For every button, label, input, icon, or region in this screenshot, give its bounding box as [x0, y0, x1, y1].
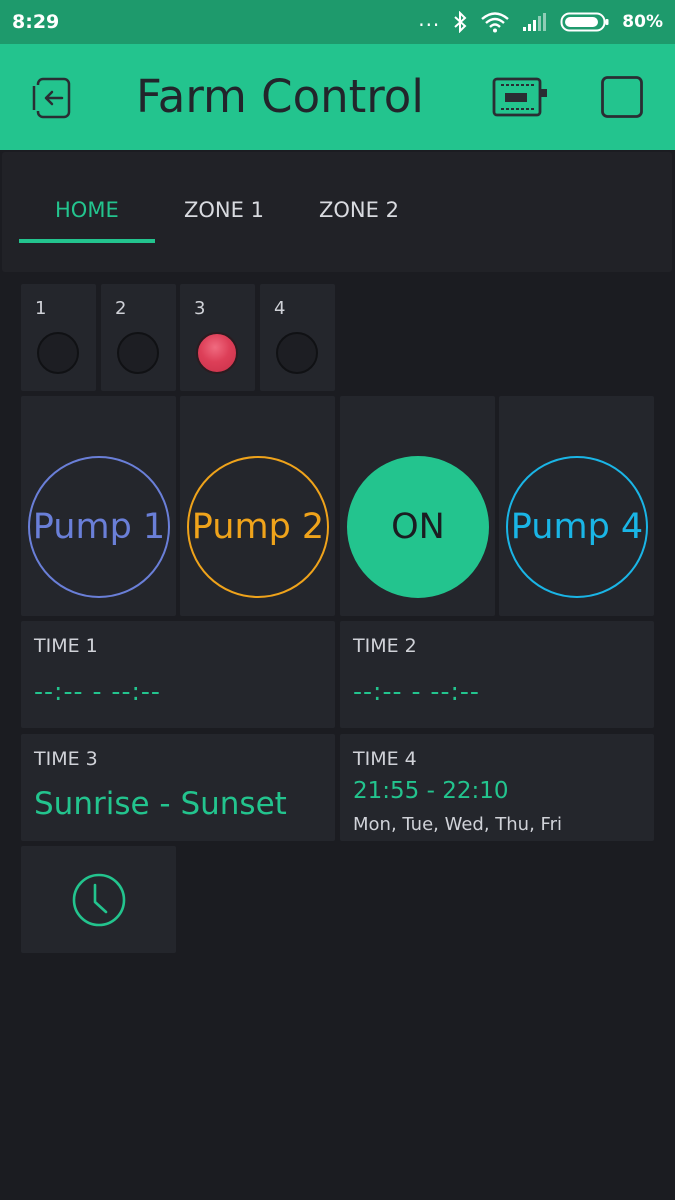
signal-icon [523, 13, 547, 31]
status-icons: ... 80% [418, 7, 663, 33]
pump-3-widget: ON [340, 396, 495, 616]
square-icon [601, 76, 643, 118]
pump-1-widget: Pump 1 [21, 396, 176, 616]
device-button[interactable] [491, 75, 549, 119]
wifi-icon [481, 12, 510, 33]
led-widget-1: 1 [21, 284, 96, 391]
time-2-value: --:-- - --:-- [353, 677, 480, 706]
time-1-widget[interactable]: TIME 1 --:-- - --:-- [21, 621, 335, 728]
time-4-label: TIME 4 [353, 748, 417, 770]
bluetooth-icon [454, 11, 467, 33]
time-4-value: 21:55 - 22:10 [353, 778, 509, 804]
led-widget-3: 3 [180, 284, 255, 391]
time-3-widget[interactable]: TIME 3 Sunrise - Sunset [21, 734, 335, 841]
tab-home[interactable]: HOME [55, 198, 119, 222]
status-time: 8:29 [12, 11, 60, 33]
timer-widget[interactable] [21, 846, 176, 953]
page-title: Farm Control [136, 70, 424, 123]
led-widget-2: 2 [101, 284, 176, 391]
led-indicator [117, 332, 159, 374]
led-indicator [37, 332, 79, 374]
pump-4-widget: Pump 4 [499, 396, 654, 616]
pump-2-widget: Pump 2 [180, 396, 335, 616]
time-2-label: TIME 2 [353, 635, 417, 657]
time-3-value: Sunrise - Sunset [34, 786, 287, 822]
stop-button[interactable] [600, 75, 644, 119]
exit-to-left-icon [32, 77, 71, 119]
pump-3-button[interactable]: ON [347, 456, 489, 598]
pump-4-button[interactable]: Pump 4 [506, 456, 648, 598]
tab-zone-1[interactable]: ZONE 1 [184, 198, 264, 222]
pump-1-button[interactable]: Pump 1 [28, 456, 170, 598]
tab-zone-2[interactable]: ZONE 2 [319, 198, 399, 222]
time-3-label: TIME 3 [34, 748, 98, 770]
more-notifications-icon: ... [418, 7, 441, 31]
battery-icon [560, 12, 609, 32]
device-board-icon [492, 77, 547, 117]
status-bar: 8:29 ... 80% [0, 0, 675, 44]
app-bar: Farm Control [0, 44, 675, 150]
tab-bar: HOME ZONE 1 ZONE 2 [2, 152, 672, 272]
led-label: 2 [115, 298, 127, 319]
time-1-label: TIME 1 [34, 635, 98, 657]
time-1-value: --:-- - --:-- [34, 677, 161, 706]
active-tab-indicator [19, 239, 155, 243]
time-4-widget[interactable]: TIME 4 21:55 - 22:10 Mon, Tue, Wed, Thu,… [340, 734, 654, 841]
led-widget-4: 4 [260, 284, 335, 391]
led-label: 3 [194, 298, 206, 319]
back-button[interactable] [28, 74, 78, 122]
clock-icon [72, 873, 125, 926]
pump-2-button[interactable]: Pump 2 [187, 456, 329, 598]
led-indicator [196, 332, 238, 374]
led-indicator [276, 332, 318, 374]
led-label: 4 [274, 298, 286, 319]
time-4-days: Mon, Tue, Wed, Thu, Fri [353, 814, 562, 835]
time-2-widget[interactable]: TIME 2 --:-- - --:-- [340, 621, 654, 728]
led-label: 1 [35, 298, 47, 319]
battery-percent: 80% [622, 12, 663, 32]
